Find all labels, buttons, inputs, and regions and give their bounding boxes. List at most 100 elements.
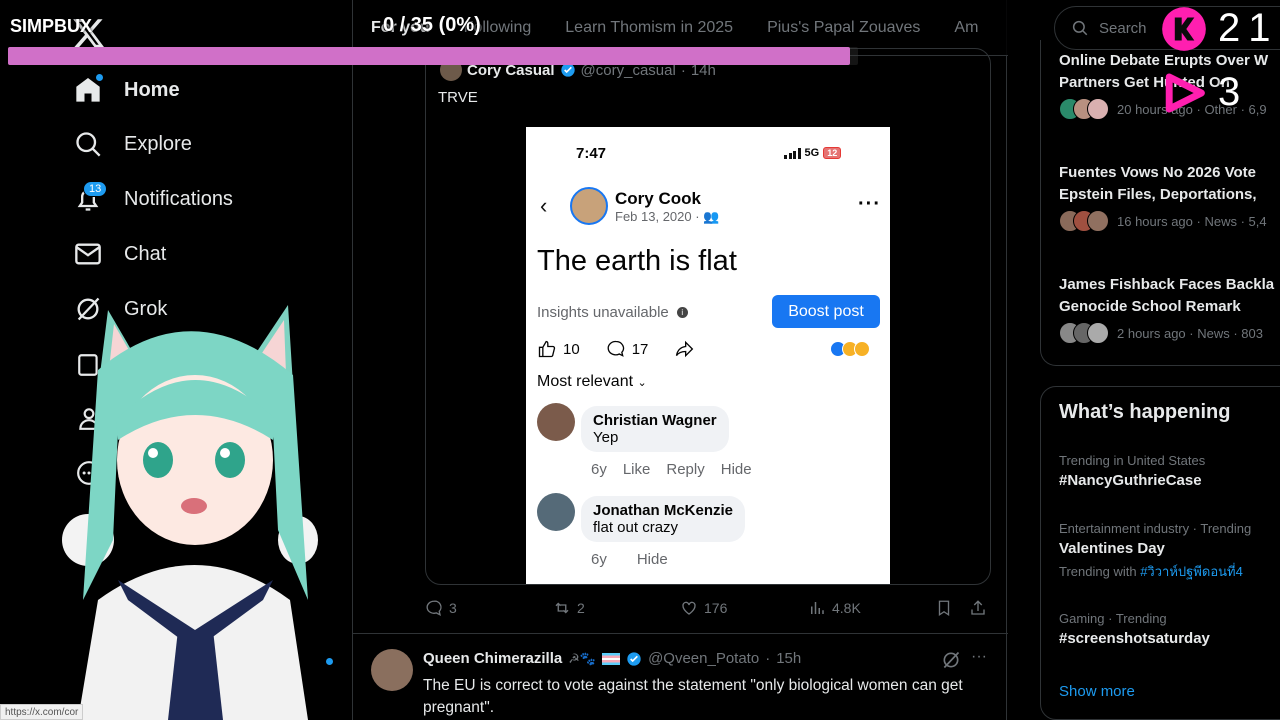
views-button[interactable]: 4.8K xyxy=(808,599,861,617)
trend-related: Trending with #วิวาห์ปฐพีดอนที่4 xyxy=(1059,564,1243,579)
commenter-name: Jonathan McKenzie xyxy=(593,502,734,519)
nav-home[interactable]: Home xyxy=(74,70,180,110)
tab-list-zouaves[interactable]: Pius's Papal Zouaves xyxy=(767,19,920,37)
network-label: 5G xyxy=(804,147,820,159)
search-icon xyxy=(76,132,101,157)
avatar-stack xyxy=(1059,98,1109,120)
boost-post-button: Boost post xyxy=(772,295,880,328)
trend-item[interactable]: Trending in United States #NancyGuthrieC… xyxy=(1059,453,1280,489)
author-handle[interactable]: @Qveen_Potato xyxy=(648,650,759,667)
author-name[interactable]: Queen Chimerazilla xyxy=(423,650,562,667)
nav-notifications[interactable]: 13 Notifications xyxy=(74,179,233,219)
thumbs-up-icon xyxy=(538,340,556,358)
grok-icon[interactable] xyxy=(941,650,961,670)
avatar[interactable] xyxy=(371,649,413,691)
news-meta: 16 hours ago · News · 5,4 xyxy=(1059,210,1280,232)
comment-bubble-icon xyxy=(607,340,624,357)
tab-list-thomism[interactable]: Learn Thomism in 2025 xyxy=(565,19,733,37)
reply-icon xyxy=(426,600,442,616)
goal-progress-text: 0 / 35 (0%) xyxy=(383,14,481,36)
news-title-line2: Epstein Files, Deportations, xyxy=(1059,186,1257,203)
trend-name: #NancyGuthrieCase xyxy=(1059,472,1202,489)
like-count: 176 xyxy=(704,600,728,616)
friends-icon: 👥 xyxy=(703,209,720,224)
vtuber-avatar xyxy=(58,300,328,720)
bell-icon: 13 xyxy=(74,181,108,213)
post-action-bar: 3 2 176 4.8K xyxy=(425,596,991,622)
tab-list-more[interactable]: Am xyxy=(954,19,978,37)
news-item[interactable]: Fuentes Vows No 2026 Vote Epstein Files,… xyxy=(1059,162,1280,232)
news-title: Online Debate Erupts Over W xyxy=(1059,52,1269,69)
nav-explore[interactable]: Explore xyxy=(74,124,192,164)
chevron-down-icon: ⌄ xyxy=(637,377,647,389)
nav-chat[interactable]: Chat xyxy=(74,234,166,274)
play-logo-icon xyxy=(1165,73,1205,113)
back-arrow-icon: ‹ xyxy=(540,193,548,218)
avatar-stack xyxy=(1059,322,1109,344)
avatar xyxy=(570,187,608,225)
play-viewer-count: 3 xyxy=(1218,70,1241,114)
quoted-post[interactable]: Cory Casual @cory_casual · 14h TRVE 7:47… xyxy=(425,48,991,585)
phone-status-bar: 5G 12 xyxy=(784,147,842,159)
trend-related-tag[interactable]: #วิวาห์ปฐพีดอนที่4 xyxy=(1140,564,1243,579)
comment: Christian Wagner Yep xyxy=(581,406,729,452)
share-icon[interactable] xyxy=(969,599,987,617)
news-title: Fuentes Vows No 2026 Vote xyxy=(1059,164,1256,181)
flag-icon xyxy=(602,652,621,665)
view-count: 4.8K xyxy=(832,600,861,616)
repost-icon xyxy=(555,602,569,614)
goal-progress-fill xyxy=(8,47,850,65)
kick-logo-icon xyxy=(1162,7,1206,51)
home-icon xyxy=(74,74,103,104)
signal-icon xyxy=(784,147,801,159)
reply-count: 3 xyxy=(449,600,457,616)
status-bar-url: https://x.com/cor xyxy=(0,704,84,720)
nav-label: Notifications xyxy=(124,187,233,210)
like-count: 10 xyxy=(563,340,580,358)
commenter-name: Christian Wagner xyxy=(593,412,717,429)
battery-level: 12 xyxy=(827,148,838,158)
emoji-icons: ☭🐾 xyxy=(568,650,597,666)
trend-item[interactable]: Gaming · Trending #screenshotsaturday xyxy=(1059,611,1280,647)
repost-count: 2 xyxy=(577,600,585,616)
phone-clock: 7:47 xyxy=(576,145,607,162)
news-title: James Fishback Faces Backla xyxy=(1059,276,1275,293)
insights-label: Insights unavailable xyxy=(537,304,669,321)
comment-sort: Most relevant ⌄ xyxy=(537,373,647,390)
like-button[interactable]: 176 xyxy=(680,599,727,617)
brand-label: SIMPBUX xyxy=(10,16,93,36)
post-text: The EU is correct to vote against the st… xyxy=(423,677,963,716)
trend-name: #screenshotsaturday xyxy=(1059,630,1210,647)
attached-screenshot[interactable]: 7:47 5G 12 ‹ Cory Cook Feb 13, 2020 · 👥 … xyxy=(526,127,890,584)
nav-label: Explore xyxy=(124,132,192,155)
avatar xyxy=(537,403,575,441)
wow-reaction-icon xyxy=(854,341,870,357)
timeline-post[interactable]: Queen Chimerazilla ☭🐾 @Qveen_Potato · 15… xyxy=(353,633,1008,720)
trend-item[interactable]: Entertainment industry · Trending Valent… xyxy=(1059,521,1280,582)
post-header: Queen Chimerazilla ☭🐾 @Qveen_Potato · 15… xyxy=(423,650,801,667)
trend-context: Gaming · Trending xyxy=(1059,611,1167,626)
show-more-link[interactable]: Show more xyxy=(1059,683,1135,700)
comment-count: 17 xyxy=(631,340,649,358)
comment-actions: 6y Hide xyxy=(591,551,668,568)
search-icon xyxy=(1072,20,1088,36)
post-time[interactable]: 15h xyxy=(776,650,801,667)
news-item[interactable]: James Fishback Faces Backla Genocide Sch… xyxy=(1059,274,1280,344)
fb-author-name: Cory Cook xyxy=(615,189,701,208)
nav-label: Chat xyxy=(124,242,167,265)
avatar xyxy=(537,493,575,531)
mail-icon xyxy=(75,243,101,265)
reply-button[interactable]: 3 xyxy=(425,599,457,617)
heart-icon xyxy=(682,601,696,615)
unread-dot xyxy=(96,74,103,81)
trend-name: Valentines Day xyxy=(1059,540,1165,557)
comment: Jonathan McKenzie flat out crazy xyxy=(581,496,746,542)
repost-button[interactable]: 2 xyxy=(553,599,585,617)
bookmark-icon[interactable] xyxy=(935,599,953,617)
news-meta: 2 hours ago · News · 803 xyxy=(1059,322,1280,344)
comment-actions: 6y Like Reply Hide xyxy=(591,461,752,478)
more-dots-icon[interactable]: ··· xyxy=(971,648,987,666)
info-icon: i xyxy=(676,307,688,318)
kick-viewer-count: 21 xyxy=(1218,6,1279,50)
more-dots-icon: ··· xyxy=(858,193,881,215)
